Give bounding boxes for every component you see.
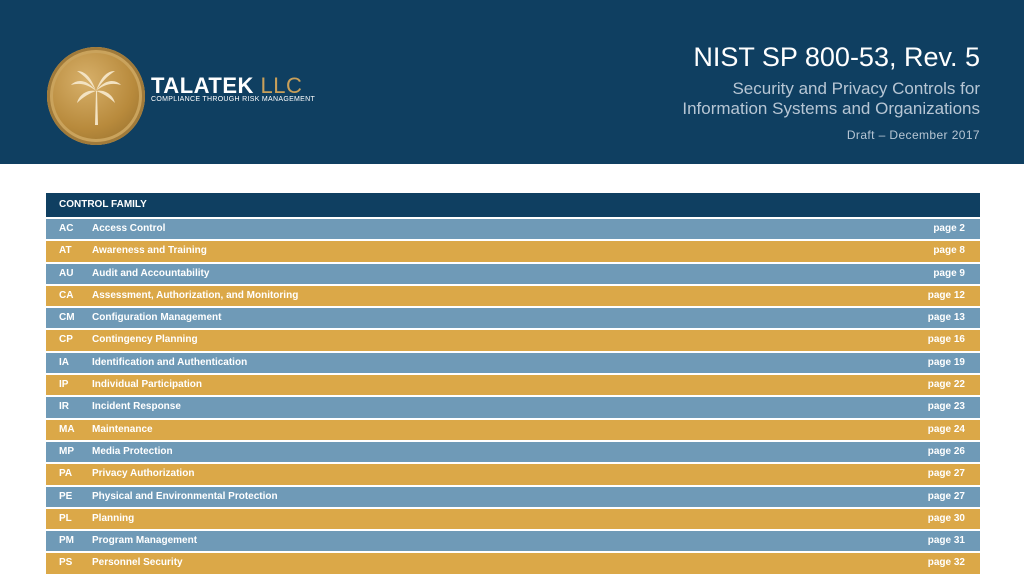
page-reference[interactable]: page 26 [928, 442, 965, 462]
control-name: Configuration Management [92, 312, 222, 324]
page-reference[interactable]: page 19 [928, 353, 965, 373]
subtitle-line-2: Information Systems and Organizations [682, 99, 980, 118]
control-code: AU [59, 267, 74, 279]
table-row[interactable]: IA Identification and Authentication page … [46, 352, 980, 374]
table-row[interactable]: PE Physical and Environmental Protection p… [46, 486, 980, 507]
page-reference[interactable]: page 24 [928, 420, 965, 440]
control-name: Contingency Planning [92, 334, 198, 346]
brand-tagline: COMPLIANCE THROUGH RISK MANAGEMENT [151, 96, 316, 103]
page-reference[interactable]: page 27 [928, 487, 965, 507]
control-code: PA [59, 468, 73, 480]
table-row[interactable]: IR Incident Response page 23 [46, 397, 980, 418]
control-code: PS [59, 557, 73, 569]
page-reference[interactable]: page 8 [933, 241, 965, 261]
page-reference[interactable]: page 32 [928, 553, 965, 573]
document-header: TALATEK LLC COMPLIANCE THROUGH RISK MANA… [0, 0, 1024, 164]
table-row[interactable]: PM Program Management page 31 [46, 531, 980, 552]
control-name: Program Management [92, 535, 198, 547]
page-reference[interactable]: page 9 [933, 264, 965, 284]
document-date: Draft – December 2017 [846, 128, 980, 142]
control-name: Audit and Accountability [92, 267, 210, 279]
control-name: Incident Response [92, 401, 181, 413]
control-name: Awareness and Training [92, 245, 207, 257]
page-reference[interactable]: page 22 [928, 375, 965, 395]
document-title: NIST SP 800-53, Rev. 5 [693, 42, 980, 72]
subtitle-line-1: Security and Privacy Controls for [732, 79, 980, 98]
table-row[interactable]: MA Maintenance page 24 [46, 419, 980, 440]
table-row[interactable]: CP Contingency Planning page 16 [46, 330, 980, 351]
table-row[interactable]: CA Assessment, Authorization, and Monitor… [46, 285, 980, 307]
control-code: PL [59, 512, 72, 524]
control-code: CA [59, 289, 74, 301]
page-reference[interactable]: page 30 [928, 509, 965, 529]
control-name: Media Protection [92, 445, 173, 457]
control-code: AC [59, 223, 74, 234]
control-name: Planning [92, 512, 135, 524]
table-rows: AC Access Control page 2 AT Awareness and Tr… [46, 219, 980, 574]
table-row[interactable]: PS Personnel Security page 32 [46, 553, 980, 574]
table-row[interactable]: AT Awareness and Training page 8 [46, 241, 980, 262]
control-code: CP [59, 334, 73, 346]
control-name: Assessment, Authorization, and Monitorin… [92, 289, 299, 301]
control-name: Personnel Security [92, 557, 183, 569]
table-row[interactable]: AC Access Control page 2 [46, 219, 980, 240]
page-reference[interactable]: page 12 [928, 286, 965, 306]
page-reference[interactable]: page 2 [933, 219, 965, 239]
table-row[interactable]: IP Individual Participation page 22 [46, 375, 980, 396]
control-code: PM [59, 535, 74, 547]
page-reference[interactable]: page 27 [928, 464, 965, 484]
page-reference[interactable]: page 31 [928, 531, 965, 551]
page-reference[interactable]: page 23 [928, 397, 965, 417]
control-code: IA [59, 356, 69, 368]
page-reference[interactable]: page 16 [928, 330, 965, 350]
table-row[interactable]: AU Audit and Accountability page 9 [46, 263, 980, 284]
control-code: AT [59, 245, 72, 257]
control-code: CM [59, 312, 75, 324]
control-name: Maintenance [92, 423, 153, 435]
control-name: Access Control [92, 223, 166, 234]
table-row[interactable]: PL Planning page 30 [46, 508, 980, 530]
control-code: MP [59, 445, 74, 457]
table-header: CONTROL FAMILY [46, 193, 980, 217]
page-reference[interactable]: page 13 [928, 308, 965, 328]
control-family-table: CONTROL FAMILY AC Access Control page 2 AT A… [46, 193, 980, 576]
control-code: IR [59, 401, 69, 413]
control-code: PE [59, 490, 73, 502]
table-row[interactable]: CM Configuration Management page 13 [46, 308, 980, 329]
control-name: Individual Participation [92, 379, 203, 391]
document-subtitle: Security and Privacy Controls for Inform… [682, 79, 980, 119]
table-row[interactable]: MP Media Protection page 26 [46, 441, 980, 463]
control-name: Physical and Environmental Protection [92, 490, 278, 502]
control-name: Identification and Authentication [92, 356, 248, 368]
control-name: Privacy Authorization [92, 468, 195, 480]
palm-tree-logo-icon [47, 47, 145, 145]
control-code: IP [59, 379, 69, 391]
table-row[interactable]: PA Privacy Authorization page 27 [46, 464, 980, 485]
control-code: MA [59, 423, 75, 435]
